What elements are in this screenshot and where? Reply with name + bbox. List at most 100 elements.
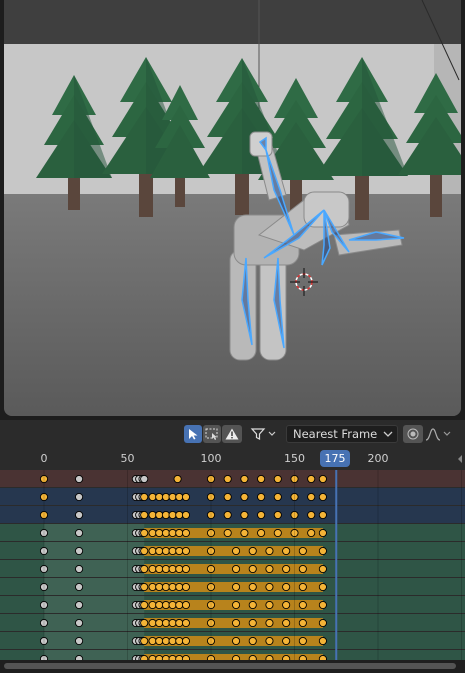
keyframe-selected [140,510,149,520]
channel-row-object [0,488,465,505]
keyframe [75,564,84,574]
keyframe-selected [148,636,157,646]
keyframe-selected [155,564,164,574]
keyframe-selected [168,582,177,592]
funnel-icon[interactable] [248,425,280,443]
keyframe-selected [223,510,232,520]
keyframe-selected [148,600,157,610]
keyframe-selected [161,582,170,592]
keyframe-selected [240,492,249,502]
keyframe-selected [181,564,190,574]
keyframe-selected [161,618,170,628]
viewport-scene [4,0,461,416]
keyframe-selected [168,618,177,628]
keyframe-selected [282,600,291,610]
collapse-arrow-icon [458,455,462,463]
keyframe-selected [307,510,316,520]
ruler-tick: 50 [120,452,135,465]
keyframe-selected [282,636,291,646]
keyframe-selected [231,636,241,646]
keyframe-selected [318,564,327,574]
keyframe-selected [181,600,190,610]
keyframe-selected [168,600,177,610]
keyframe-selected [248,546,257,556]
keyframe-selected [155,582,164,592]
keyframe-selected [298,600,307,610]
keyframe-selected [318,474,327,484]
keyframe-selected [223,474,232,484]
keyframe-selected [175,546,184,556]
keyframe-selected [140,492,149,502]
keyframe-selected [273,528,282,538]
keyframe-selected [257,528,266,538]
keyframe-selected [148,528,157,538]
keyframe-selected [181,618,190,628]
keyframe [75,528,84,538]
channel-row-object [0,506,465,523]
keyframe-selected [298,618,307,628]
keyframe-selected [168,636,177,646]
keyframe-selected [240,474,249,484]
keyframe-selected [155,546,164,556]
keyframe-selected [265,636,274,646]
keyframe-selected [318,510,327,520]
keyframe-selected [181,510,190,520]
keyframe-selected [140,636,149,646]
keyframe-selected [181,546,190,556]
keyframe-selected [282,564,291,574]
keyframe-selected [148,510,157,520]
keyframe-selected [318,546,327,556]
horizontal-scrollbar[interactable] [0,660,465,673]
keyframe-selected [181,492,190,502]
frame-ruler[interactable]: 0 50 100 150 200 175 [0,448,465,470]
falloff-curve-icon[interactable] [424,425,454,443]
keyframe-selected [282,582,291,592]
keyframe-selected [265,564,274,574]
3d-viewport[interactable] [4,0,461,416]
keyframe-selected [298,564,307,574]
keyframe-selected [161,492,170,502]
keyframe-selected [155,618,164,628]
keyframe-selected [307,474,316,484]
keyframe-selected [155,600,164,610]
keyframe-selected [175,582,184,592]
keyframe-selected [148,618,157,628]
keyframe-selected [148,546,157,556]
warning-triangle-icon[interactable] [222,425,242,443]
keyframe-selected [318,600,327,610]
keyframe-selected [175,492,184,502]
keyframe-selected [265,600,274,610]
scrollbar-thumb[interactable] [4,663,456,669]
keyframe [140,474,149,484]
keyframe-selected [307,528,316,538]
cursor-arrow-icon[interactable] [184,425,202,443]
keyframe-selected [231,600,241,610]
keyframe [75,618,84,628]
keyframe-selected [181,636,190,646]
keyframe-selected [181,528,190,538]
keyframe-selected [148,582,157,592]
keyframe-selected [140,528,149,538]
keyframe-selected [298,546,307,556]
box-select-icon[interactable] [203,425,221,443]
proportional-edit-icon[interactable] [403,425,423,443]
keyframe-selected [273,510,282,520]
dope-sheet-editor[interactable]: Nearest Frame 0 50 100 150 200 175 [0,420,465,673]
keyframe-selected [140,618,149,628]
keyframe-selected [161,528,170,538]
keyframe-selected [318,636,327,646]
keyframe-selected [161,600,170,610]
keyframe-selected [231,546,241,556]
keyframe-selected [231,564,241,574]
keyframe-selected [140,564,149,574]
current-frame-indicator[interactable]: 175 [320,450,350,467]
keyframe-channels[interactable] [0,470,465,660]
keyframe-selected [298,582,307,592]
keyframe-selected [175,528,184,538]
keyframe-selected [248,564,257,574]
channel-row-summary [0,470,465,487]
snap-mode-select[interactable]: Nearest Frame [286,425,398,443]
keyframe-selected [148,492,157,502]
keyframe-selected [140,546,149,556]
background-dark [4,0,461,44]
